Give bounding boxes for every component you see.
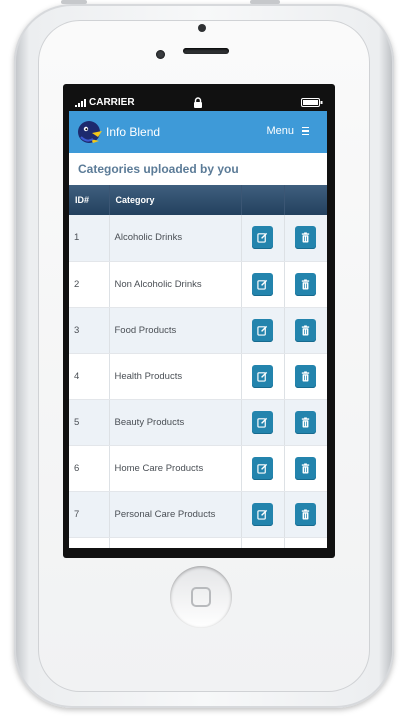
row-delete-cell <box>284 307 327 354</box>
delete-button[interactable] <box>295 364 316 388</box>
table-row: 4 Health Products <box>69 353 327 400</box>
row-delete-cell <box>284 399 327 446</box>
delete-button[interactable] <box>295 272 316 296</box>
menu-label: Menu <box>266 125 294 137</box>
row-category: Home Care Products <box>109 445 242 492</box>
row-edit-cell <box>241 215 285 262</box>
edit-icon <box>257 509 268 520</box>
column-header-id: ID# <box>69 185 110 215</box>
trash-icon <box>300 370 311 382</box>
row-id: 1 <box>69 215 110 262</box>
edit-button[interactable] <box>252 318 273 342</box>
page-title: Categories uploaded by you <box>69 153 327 185</box>
front-camera-icon <box>156 50 165 59</box>
carrier-label: CARRIER <box>89 97 135 108</box>
column-header-delete <box>284 185 327 215</box>
row-id: 3 <box>69 307 110 354</box>
row-edit-cell <box>241 445 285 492</box>
edit-icon <box>257 232 268 243</box>
mute-switch <box>61 0 87 4</box>
proximity-sensor <box>198 24 206 32</box>
brand-name[interactable]: Info Blend <box>106 125 160 139</box>
app-header: Info Blend Menu <box>69 111 327 153</box>
lock-icon <box>194 97 202 108</box>
delete-button[interactable] <box>295 502 316 526</box>
row-edit-cell <box>241 491 285 538</box>
edit-button[interactable] <box>252 226 273 250</box>
table-row: 1 Alcoholic Drinks <box>69 215 327 262</box>
signal-icon <box>75 98 86 107</box>
row-category: Food Products <box>109 307 242 354</box>
row-id: 2 <box>69 261 110 308</box>
edit-button[interactable] <box>252 364 273 388</box>
home-square-icon <box>191 587 211 607</box>
row-id: 7 <box>69 491 110 538</box>
home-button[interactable] <box>170 566 232 628</box>
row-delete-cell <box>284 215 327 262</box>
trash-icon <box>300 508 311 520</box>
delete-button[interactable] <box>295 410 316 434</box>
edit-icon <box>257 417 268 428</box>
trash-icon <box>300 324 311 336</box>
row-delete-cell <box>284 353 327 400</box>
delete-button[interactable] <box>295 318 316 342</box>
menu-button[interactable]: Menu <box>266 125 309 137</box>
row-id: 4 <box>69 353 110 400</box>
row-category: Health Products <box>109 353 242 400</box>
trash-icon <box>300 416 311 428</box>
row-id: 6 <box>69 445 110 492</box>
delete-button[interactable] <box>295 226 316 250</box>
row-category <box>109 537 242 548</box>
edit-icon <box>257 325 268 336</box>
row-edit-cell <box>241 307 285 354</box>
hamburger-icon <box>302 126 309 136</box>
edit-button[interactable] <box>252 272 273 296</box>
edit-button[interactable] <box>252 410 273 434</box>
edit-icon <box>257 279 268 290</box>
row-category: Alcoholic Drinks <box>109 215 242 262</box>
trash-icon <box>300 278 311 290</box>
row-delete-cell <box>284 261 327 308</box>
table-row: 3 Food Products <box>69 307 327 354</box>
row-category: Beauty Products <box>109 399 242 446</box>
table-row <box>69 537 327 548</box>
power-button <box>250 0 280 4</box>
row-delete-cell <box>284 491 327 538</box>
app-screen: CARRIER Info Blend Menu Categories uploa… <box>69 94 327 548</box>
edit-button[interactable] <box>252 502 273 526</box>
edit-icon <box>257 371 268 382</box>
row-edit-cell <box>241 537 285 548</box>
table-row: 7 Personal Care Products <box>69 491 327 538</box>
trash-icon <box>300 232 311 243</box>
row-category: Non Alcoholic Drinks <box>109 261 242 308</box>
bird-logo-icon[interactable] <box>77 119 103 145</box>
table-row: 5 Beauty Products <box>69 399 327 446</box>
row-edit-cell <box>241 399 285 446</box>
edit-button[interactable] <box>252 456 273 480</box>
table-row: 2 Non Alcoholic Drinks <box>69 261 327 308</box>
column-header-category: Category <box>109 185 242 215</box>
table-row: 6 Home Care Products <box>69 445 327 492</box>
table-header-row: ID# Category <box>69 185 327 215</box>
trash-icon <box>300 462 311 474</box>
row-edit-cell <box>241 353 285 400</box>
row-edit-cell <box>241 261 285 308</box>
categories-table: ID# Category 1 Alcoholic Drinks 2 Non Alcoh… <box>69 185 327 548</box>
column-header-edit <box>241 185 285 215</box>
delete-button[interactable] <box>295 456 316 480</box>
status-bar: CARRIER <box>69 94 327 111</box>
row-delete-cell <box>284 537 327 548</box>
row-id <box>69 537 110 548</box>
edit-icon <box>257 463 268 474</box>
row-id: 5 <box>69 399 110 446</box>
row-delete-cell <box>284 445 327 492</box>
row-category: Personal Care Products <box>109 491 242 538</box>
earpiece-speaker <box>183 48 229 54</box>
battery-icon <box>301 98 323 107</box>
